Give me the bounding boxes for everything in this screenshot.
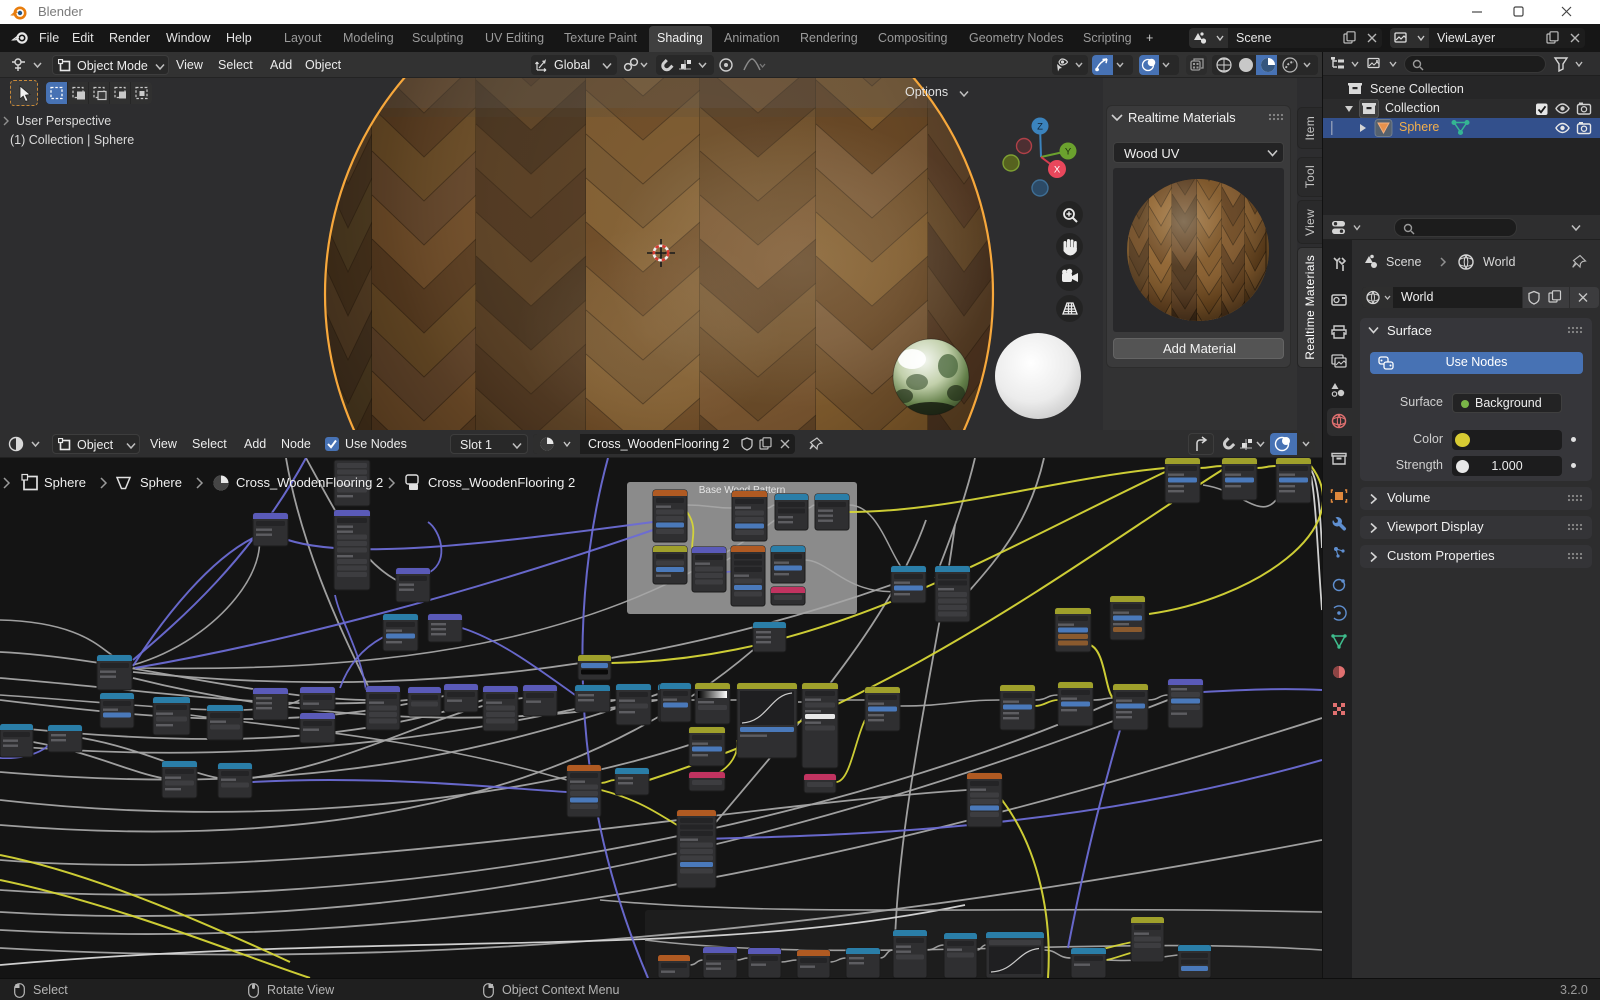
svg-text:X: X [1054,165,1061,176]
svg-text:Y: Y [1065,147,1072,158]
svg-text:Z: Z [1037,122,1043,133]
